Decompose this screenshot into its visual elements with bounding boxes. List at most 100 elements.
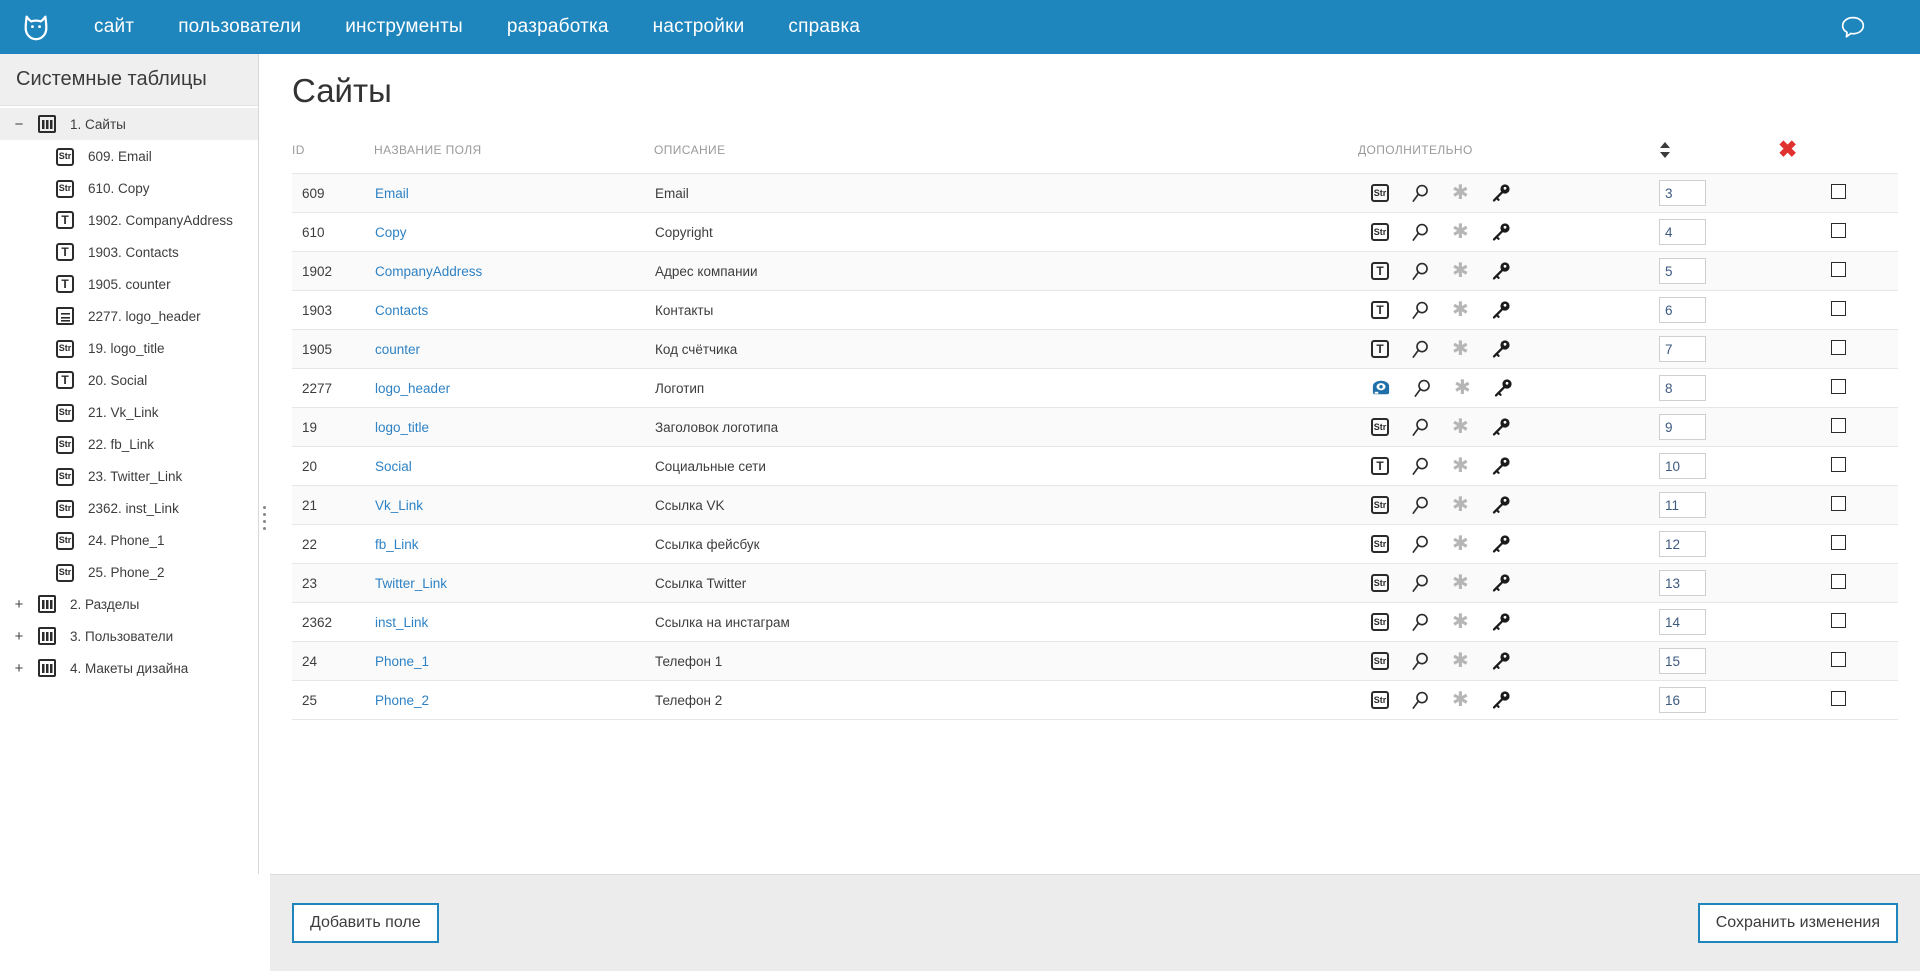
key-icon[interactable] (1491, 573, 1511, 593)
magnifier-icon[interactable] (1411, 418, 1430, 437)
star-icon[interactable]: ✱ (1452, 183, 1469, 203)
favorite-toggle[interactable]: ✱ (1452, 300, 1469, 320)
key-icon[interactable] (1491, 222, 1511, 242)
key-toggle[interactable] (1491, 612, 1511, 632)
delete-checkbox[interactable] (1830, 574, 1846, 589)
star-icon[interactable]: ✱ (1452, 339, 1469, 359)
nav-item-help[interactable]: справка (766, 16, 882, 38)
tree-expand-icon[interactable]: + (10, 629, 28, 644)
key-icon[interactable] (1491, 300, 1511, 320)
star-icon[interactable]: ✱ (1452, 300, 1469, 320)
tree-item[interactable]: 2277. logo_header (0, 300, 258, 332)
search-toggle[interactable] (1411, 535, 1430, 554)
order-input[interactable] (1659, 336, 1706, 362)
magnifier-icon[interactable] (1411, 613, 1430, 632)
key-toggle[interactable] (1491, 456, 1511, 476)
nav-item-users[interactable]: пользователи (156, 16, 323, 38)
field-name-link[interactable]: Copy (375, 225, 407, 240)
search-toggle[interactable] (1411, 301, 1430, 320)
nav-item-development[interactable]: разработка (485, 16, 631, 38)
tree-item[interactable]: Str 21. Vk_Link (0, 396, 258, 428)
app-logo[interactable] (0, 12, 72, 42)
delete-checkbox[interactable] (1830, 340, 1846, 355)
search-toggle[interactable] (1411, 613, 1430, 632)
search-toggle[interactable] (1411, 223, 1430, 242)
key-icon[interactable] (1491, 534, 1511, 554)
field-name-link[interactable]: logo_title (375, 420, 429, 435)
magnifier-icon[interactable] (1411, 574, 1430, 593)
chat-bubble-icon[interactable] (1838, 12, 1868, 42)
delete-checkbox[interactable] (1830, 613, 1846, 628)
key-toggle[interactable] (1491, 339, 1511, 359)
delete-checkbox[interactable] (1830, 652, 1846, 667)
tree-expand-icon[interactable]: + (10, 661, 28, 676)
tree-item[interactable]: +2. Разделы (0, 588, 258, 620)
tree-collapse-icon[interactable]: − (10, 117, 28, 132)
search-toggle[interactable] (1411, 496, 1430, 515)
key-toggle[interactable] (1491, 261, 1511, 281)
nav-item-site[interactable]: сайт (72, 16, 156, 38)
magnifier-icon[interactable] (1411, 457, 1430, 476)
key-toggle[interactable] (1491, 495, 1511, 515)
magnifier-icon[interactable] (1411, 652, 1430, 671)
tree-item[interactable]: Str 22. fb_Link (0, 428, 258, 460)
key-toggle[interactable] (1491, 183, 1511, 203)
key-toggle[interactable] (1491, 651, 1511, 671)
tree-item[interactable]: Str 2362. inst_Link (0, 492, 258, 524)
search-toggle[interactable] (1411, 652, 1430, 671)
tree-item[interactable]: Str 610. Copy (0, 172, 258, 204)
star-icon[interactable]: ✱ (1452, 456, 1469, 476)
favorite-toggle[interactable]: ✱ (1452, 690, 1469, 710)
star-icon[interactable]: ✱ (1452, 261, 1469, 281)
key-toggle[interactable] (1491, 222, 1511, 242)
favorite-toggle[interactable]: ✱ (1452, 651, 1469, 671)
field-name-link[interactable]: counter (375, 342, 420, 357)
tree-item[interactable]: Str 23. Twitter_Link (0, 460, 258, 492)
delete-checkbox[interactable] (1830, 535, 1846, 550)
search-toggle[interactable] (1411, 574, 1430, 593)
search-toggle[interactable] (1411, 457, 1430, 476)
magnifier-icon[interactable] (1411, 691, 1430, 710)
key-toggle[interactable] (1491, 534, 1511, 554)
tree-item[interactable]: − 1. Сайты (0, 108, 258, 140)
search-toggle[interactable] (1411, 691, 1430, 710)
favorite-toggle[interactable]: ✱ (1452, 534, 1469, 554)
save-changes-button[interactable]: Сохранить изменения (1697, 903, 1898, 943)
field-name-link[interactable]: Vk_Link (375, 498, 423, 513)
sort-arrows-icon[interactable] (1658, 141, 1672, 159)
order-input[interactable] (1659, 570, 1706, 596)
key-icon[interactable] (1491, 495, 1511, 515)
delete-checkbox[interactable] (1830, 301, 1846, 316)
favorite-toggle[interactable]: ✱ (1454, 378, 1471, 398)
key-icon[interactable] (1491, 261, 1511, 281)
nav-item-tools[interactable]: инструменты (323, 16, 485, 38)
order-input[interactable] (1659, 297, 1706, 323)
star-icon[interactable]: ✱ (1452, 495, 1469, 515)
delete-checkbox[interactable] (1830, 184, 1846, 199)
delete-checkbox[interactable] (1830, 496, 1846, 511)
star-icon[interactable]: ✱ (1452, 612, 1469, 632)
tree-expand-icon[interactable]: + (10, 597, 28, 612)
delete-checkbox[interactable] (1830, 379, 1846, 394)
tree-item[interactable]: Str 25. Phone_2 (0, 556, 258, 588)
favorite-toggle[interactable]: ✱ (1452, 456, 1469, 476)
magnifier-icon[interactable] (1411, 535, 1430, 554)
field-name-link[interactable]: Phone_1 (375, 654, 429, 669)
order-input[interactable] (1659, 648, 1706, 674)
order-input[interactable] (1659, 219, 1706, 245)
order-input[interactable] (1659, 531, 1706, 557)
search-toggle[interactable] (1413, 379, 1432, 398)
favorite-toggle[interactable]: ✱ (1452, 495, 1469, 515)
field-name-link[interactable]: Twitter_Link (375, 576, 447, 591)
delete-checkbox[interactable] (1830, 418, 1846, 433)
magnifier-icon[interactable] (1411, 223, 1430, 242)
nav-item-settings[interactable]: настройки (631, 16, 767, 38)
order-input[interactable] (1659, 180, 1706, 206)
key-toggle[interactable] (1491, 417, 1511, 437)
key-icon[interactable] (1491, 690, 1511, 710)
add-field-button[interactable]: Добавить поле (292, 903, 439, 943)
search-toggle[interactable] (1411, 184, 1430, 203)
order-input[interactable] (1659, 492, 1706, 518)
magnifier-icon[interactable] (1411, 340, 1430, 359)
search-toggle[interactable] (1411, 340, 1430, 359)
